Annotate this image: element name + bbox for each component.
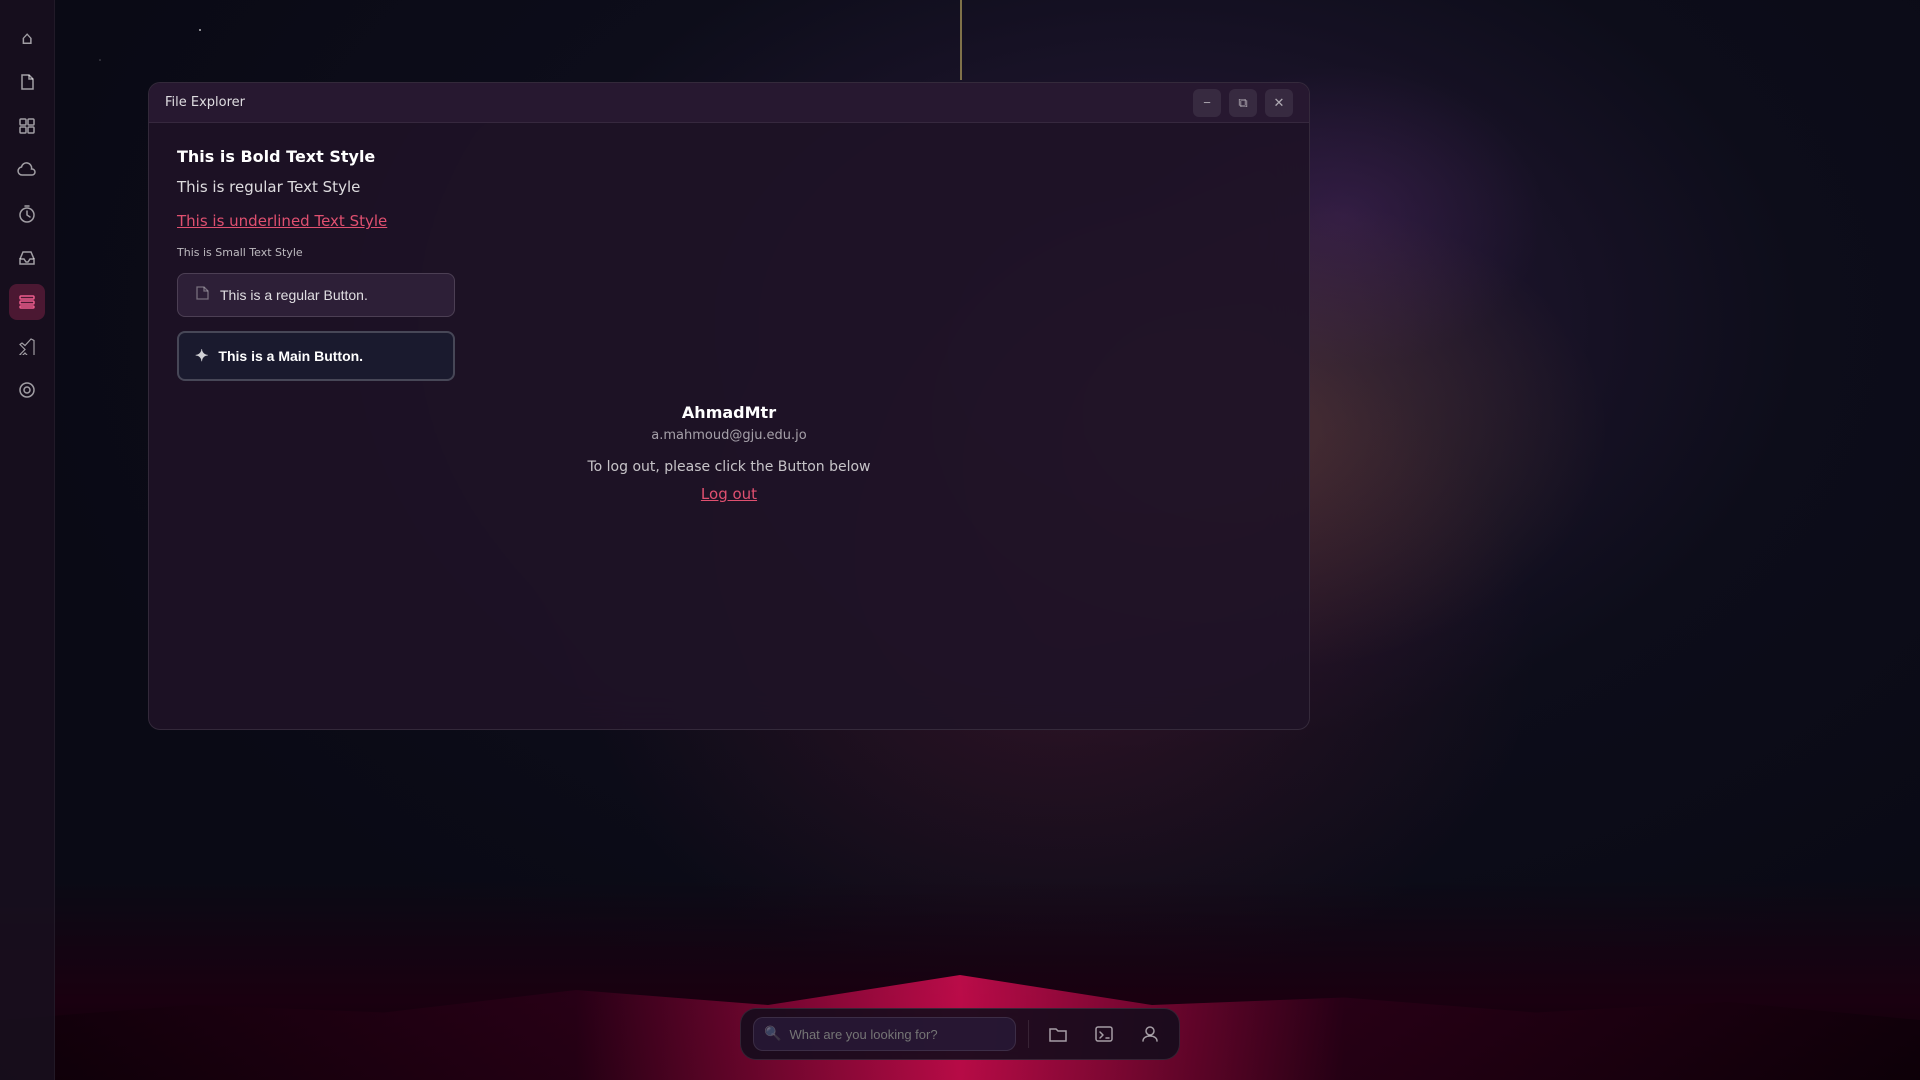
maximize-button[interactable]: ⧉ <box>1229 89 1257 117</box>
user-section: AhmadMtr a.mahmoud@gju.edu.jo To log out… <box>149 403 1309 503</box>
logout-link[interactable]: Log out <box>701 485 757 503</box>
search-bar[interactable]: 🔍 <box>753 1017 1016 1051</box>
regular-button-label: This is a regular Button. <box>220 287 368 303</box>
sidebar-item-grid[interactable] <box>9 108 45 144</box>
sidebar-item-layers[interactable] <box>9 284 45 320</box>
sidebar-item-home[interactable]: ⌂ <box>9 20 45 56</box>
sidebar-item-inbox[interactable] <box>9 240 45 276</box>
regular-button-icon <box>194 285 210 306</box>
window-controls: − ⧉ ✕ <box>1193 89 1293 117</box>
sidebar-item-package[interactable] <box>9 372 45 408</box>
user-button[interactable] <box>1133 1017 1167 1051</box>
window-content: This is Bold Text Style This is regular … <box>149 123 1309 425</box>
regular-button[interactable]: This is a regular Button. <box>177 273 455 317</box>
taskbar: 🔍 <box>740 1008 1180 1060</box>
sidebar-item-documents[interactable] <box>9 64 45 100</box>
bold-text-label: This is Bold Text Style <box>177 147 1281 166</box>
search-icon: 🔍 <box>764 1026 781 1042</box>
small-text-label: This is Small Text Style <box>177 246 1281 259</box>
sidebar: ⌂ <box>0 0 55 1080</box>
underlined-text-label[interactable]: This is underlined Text Style <box>177 212 1281 230</box>
close-button[interactable]: ✕ <box>1265 89 1293 117</box>
logout-info-text: To log out, please click the Button belo… <box>587 459 870 475</box>
window-title: File Explorer <box>165 95 245 110</box>
regular-text-label: This is regular Text Style <box>177 178 1281 196</box>
center-decoration-line <box>960 0 962 80</box>
terminal-button[interactable] <box>1087 1017 1121 1051</box>
sidebar-item-timer[interactable] <box>9 196 45 232</box>
main-button-label: This is a Main Button. <box>218 348 363 364</box>
file-explorer-window: File Explorer − ⧉ ✕ This is Bold Text St… <box>148 82 1310 730</box>
search-input[interactable] <box>789 1027 1005 1042</box>
user-email-display: a.mahmoud@gju.edu.jo <box>651 428 807 443</box>
main-button[interactable]: ✦ This is a Main Button. <box>177 331 455 381</box>
sidebar-item-vscode[interactable] <box>9 328 45 364</box>
minimize-button[interactable]: − <box>1193 89 1221 117</box>
taskbar-divider <box>1028 1020 1029 1048</box>
sidebar-item-cloud[interactable] <box>9 152 45 188</box>
username-display: AhmadMtr <box>682 403 776 422</box>
window-title-bar: File Explorer − ⧉ ✕ <box>149 83 1309 123</box>
main-button-icon: ✦ <box>195 346 208 366</box>
folder-button[interactable] <box>1041 1017 1075 1051</box>
